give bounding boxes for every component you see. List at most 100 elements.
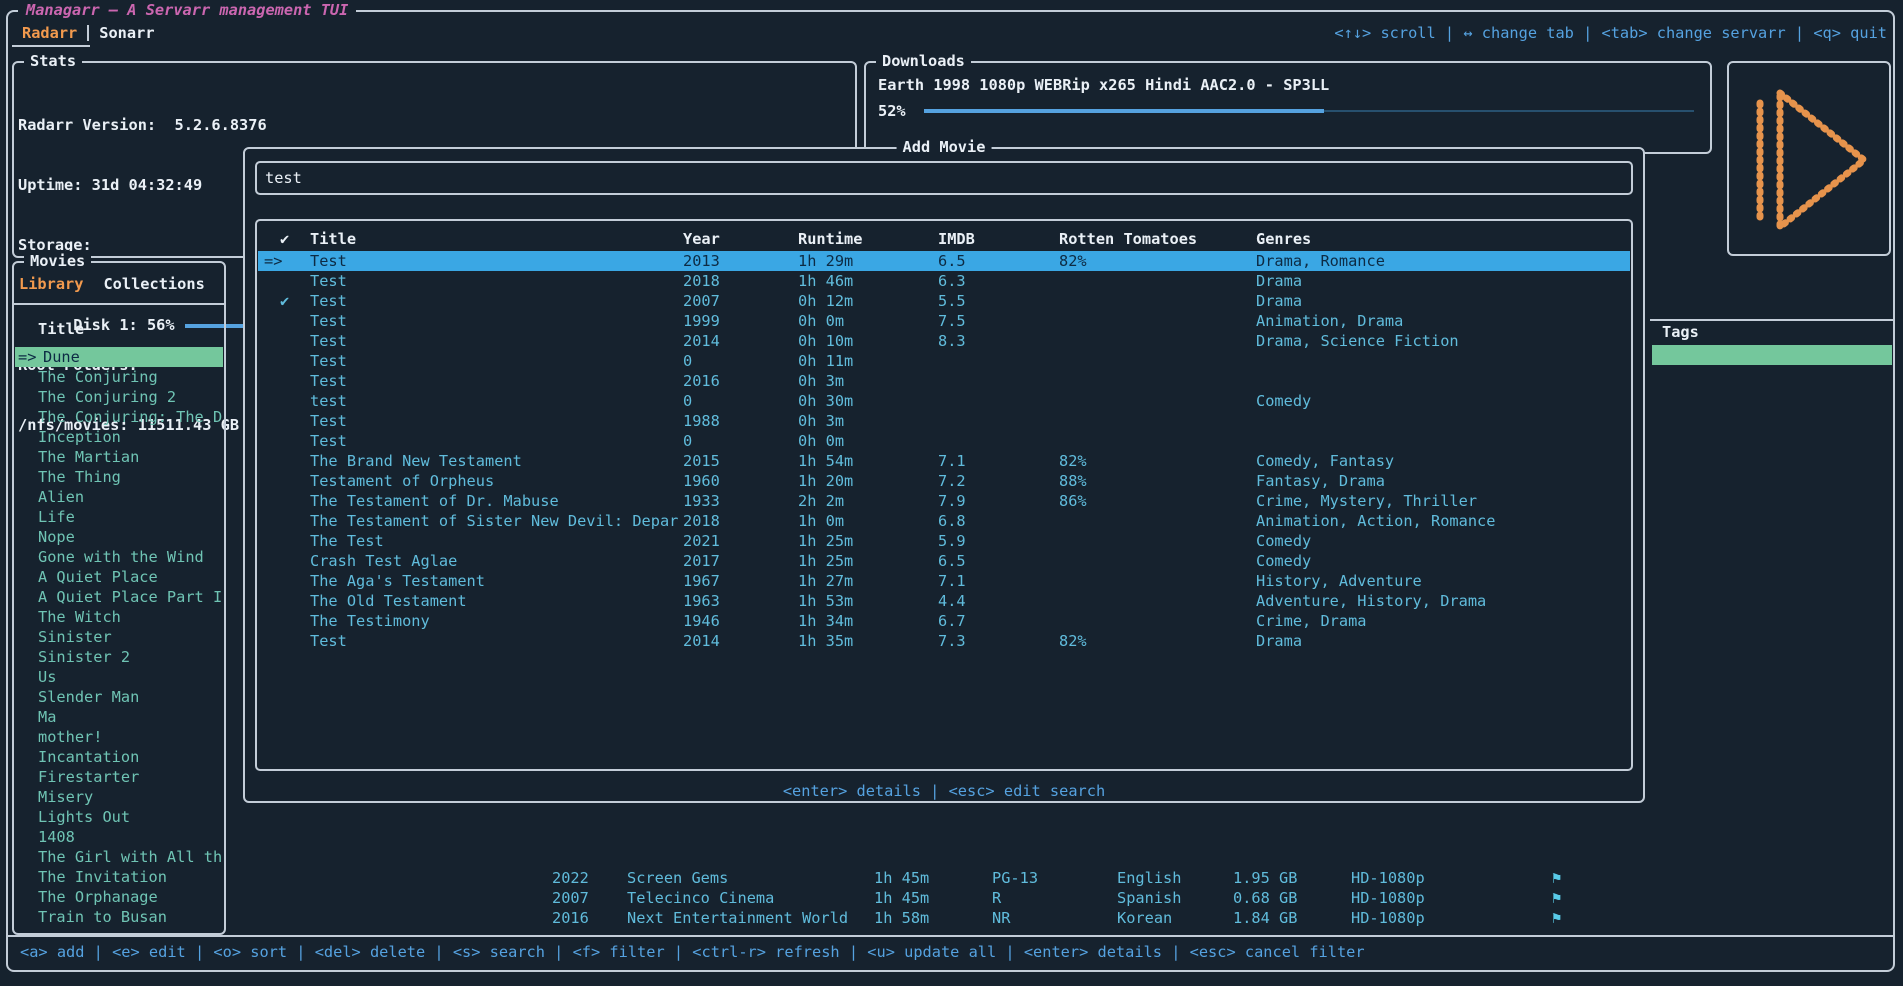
table-row[interactable]: The Brand New Testament20151h 54m7.182%C… bbox=[258, 451, 1630, 471]
table-row[interactable]: 2022Screen Gems1h 45mPG-13English1.95 GB… bbox=[0, 868, 1903, 888]
list-item[interactable]: mother! bbox=[15, 727, 223, 747]
cell-imdb: 6.7 bbox=[938, 611, 966, 631]
table-row[interactable]: Test19990h 0m7.5Animation, Drama bbox=[258, 311, 1630, 331]
table-row[interactable]: The Old Testament19631h 53m4.4Adventure,… bbox=[258, 591, 1630, 611]
table-row[interactable]: The Testament of Sister New Devil: Depar… bbox=[258, 511, 1630, 531]
list-item[interactable]: Slender Man bbox=[15, 687, 223, 707]
table-row[interactable]: Test20160h 3m bbox=[258, 371, 1630, 391]
cell-title: The Aga's Testament bbox=[310, 571, 485, 591]
list-item[interactable]: Us bbox=[15, 667, 223, 687]
cell-title: The Testimony bbox=[310, 611, 430, 631]
movie-title: Dune bbox=[43, 348, 80, 366]
movie-title: Ma bbox=[38, 708, 56, 726]
list-item[interactable]: Sinister 2 bbox=[15, 647, 223, 667]
list-item[interactable]: Lights Out bbox=[15, 807, 223, 827]
list-item[interactable]: The Witch bbox=[15, 607, 223, 627]
list-item[interactable]: Alien bbox=[15, 487, 223, 507]
list-item[interactable]: Firestarter bbox=[15, 767, 223, 787]
cell-runtime: 1h 0m bbox=[798, 511, 844, 531]
list-item[interactable]: 1408 bbox=[15, 827, 223, 847]
cell-imdb: 4.4 bbox=[938, 591, 966, 611]
cell-year: 1933 bbox=[683, 491, 720, 511]
tab-radarr[interactable]: Radarr bbox=[22, 23, 77, 43]
list-item[interactable]: The Thing bbox=[15, 467, 223, 487]
table-row[interactable]: Test20140h 10m8.3Drama, Science Fiction bbox=[258, 331, 1630, 351]
movie-title: A Quiet Place bbox=[38, 568, 158, 586]
table-row[interactable]: Crash Test Aglae20171h 25m6.5Comedy bbox=[258, 551, 1630, 571]
table-row[interactable]: ✔Test20070h 12m5.5Drama bbox=[258, 291, 1630, 311]
table-row[interactable]: The Aga's Testament19671h 27m7.1History,… bbox=[258, 571, 1630, 591]
table-row[interactable]: 2007Telecinco Cinema1h 45mRSpanish0.68 G… bbox=[0, 888, 1903, 908]
table-row[interactable]: Testament of Orpheus19601h 20m7.288%Fant… bbox=[258, 471, 1630, 491]
cell-runtime: 1h 45m bbox=[874, 868, 929, 888]
list-item[interactable]: Inception bbox=[15, 427, 223, 447]
cell-imdb: 5.9 bbox=[938, 531, 966, 551]
active-tab-underline bbox=[12, 45, 90, 47]
list-item[interactable]: Sinister bbox=[15, 627, 223, 647]
cell-imdb: 7.1 bbox=[938, 571, 966, 591]
list-item[interactable]: The Conjuring bbox=[15, 367, 223, 387]
table-row[interactable]: 2016Next Entertainment World1h 58mNRKore… bbox=[0, 908, 1903, 928]
cell-imdb: 7.2 bbox=[938, 471, 966, 491]
cell-genres: Crime, Drama bbox=[1256, 611, 1367, 631]
movie-title: Lights Out bbox=[38, 808, 130, 826]
tab-collections[interactable]: Collections bbox=[103, 274, 204, 294]
logo-panel bbox=[1727, 61, 1891, 256]
table-row[interactable]: =>Test20131h 29m6.582%Drama, Romance bbox=[258, 251, 1630, 271]
list-item[interactable]: Life bbox=[15, 507, 223, 527]
list-item[interactable]: The Martian bbox=[15, 447, 223, 467]
tab-separator bbox=[87, 25, 89, 41]
movies-panel: Movies Library Collections Title =>DuneT… bbox=[12, 261, 226, 935]
tab-library[interactable]: Library bbox=[19, 274, 83, 294]
tab-sonarr[interactable]: Sonarr bbox=[99, 23, 154, 43]
cell-genres: Drama, Romance bbox=[1256, 251, 1385, 271]
movie-title: mother! bbox=[38, 728, 102, 746]
table-row[interactable]: The Testimony19461h 34m6.7Crime, Drama bbox=[258, 611, 1630, 631]
cell-genres: Adventure, History, Drama bbox=[1256, 591, 1486, 611]
cell-title: Testament of Orpheus bbox=[310, 471, 494, 491]
cell-genres: Comedy bbox=[1256, 391, 1311, 411]
movie-list-header: Title bbox=[38, 319, 84, 339]
list-item[interactable]: The Conjuring 2 bbox=[15, 387, 223, 407]
cell-year: 2021 bbox=[683, 531, 720, 551]
cell-quality: HD-1080p bbox=[1351, 888, 1425, 908]
table-row[interactable]: Test19880h 3m bbox=[258, 411, 1630, 431]
movie-title: The Thing bbox=[38, 468, 121, 486]
list-item[interactable]: Nope bbox=[15, 527, 223, 547]
list-item[interactable]: A Quiet Place Part II bbox=[15, 587, 223, 607]
table-row[interactable]: The Test20211h 25m5.9Comedy bbox=[258, 531, 1630, 551]
library-visible-rows: 2022Screen Gems1h 45mPG-13English1.95 GB… bbox=[0, 868, 1903, 928]
cell-quality: HD-1080p bbox=[1351, 908, 1425, 928]
cell-imdb: 8.3 bbox=[938, 331, 966, 351]
app-title: Managarr — A Servarr management TUI bbox=[18, 0, 356, 20]
column-header-title: Title bbox=[310, 229, 356, 249]
cell-title: Test bbox=[310, 331, 347, 351]
cell-runtime: 1h 46m bbox=[798, 271, 853, 291]
cell-genres: Comedy, Fantasy bbox=[1256, 451, 1394, 471]
table-row[interactable]: Test20141h 35m7.382%Drama bbox=[258, 631, 1630, 651]
cell-genres: Drama bbox=[1256, 291, 1302, 311]
list-item[interactable]: Gone with the Wind bbox=[15, 547, 223, 567]
list-item[interactable]: A Quiet Place bbox=[15, 567, 223, 587]
table-row[interactable]: Test00h 0m bbox=[258, 431, 1630, 451]
cell-imdb: 6.5 bbox=[938, 251, 966, 271]
cell-year: 2016 bbox=[552, 908, 589, 928]
stats-panel-title: Stats bbox=[24, 51, 82, 71]
list-item[interactable]: =>Dune bbox=[15, 347, 223, 367]
table-row[interactable]: Test00h 11m bbox=[258, 351, 1630, 371]
table-row[interactable]: The Testament of Dr. Mabuse19332h 2m7.98… bbox=[258, 491, 1630, 511]
movie-title: The Conjuring bbox=[38, 368, 158, 386]
list-item[interactable]: Incantation bbox=[15, 747, 223, 767]
download-progress-fill bbox=[924, 109, 1324, 113]
list-item[interactable]: The Girl with All the bbox=[15, 847, 223, 867]
list-item[interactable]: Misery bbox=[15, 787, 223, 807]
movie-title: Misery bbox=[38, 788, 93, 806]
table-row[interactable]: Test20181h 46m6.3Drama bbox=[258, 271, 1630, 291]
list-item[interactable]: Ma bbox=[15, 707, 223, 727]
cell-studio: Next Entertainment World bbox=[627, 908, 848, 928]
table-row[interactable]: test00h 30mComedy bbox=[258, 391, 1630, 411]
cell-year: 2022 bbox=[552, 868, 589, 888]
list-item[interactable]: The Conjuring: The De bbox=[15, 407, 223, 427]
cell-title: The Brand New Testament bbox=[310, 451, 522, 471]
movie-search-input[interactable] bbox=[257, 163, 1631, 193]
